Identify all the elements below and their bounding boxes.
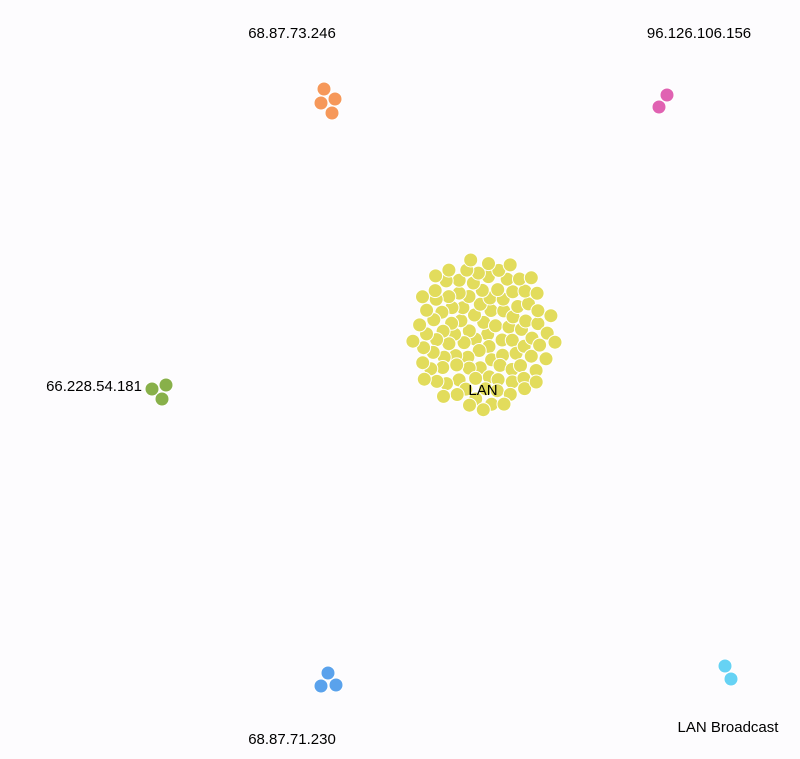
node-68-87-71-230-1[interactable] bbox=[320, 665, 336, 681]
node-lan-81[interactable] bbox=[419, 302, 435, 318]
node-68-87-71-230-3[interactable] bbox=[328, 677, 344, 693]
node-lan-94[interactable] bbox=[412, 317, 428, 333]
node-lan-108[interactable] bbox=[523, 270, 539, 286]
node-lan-110[interactable] bbox=[428, 268, 444, 284]
node-lan-111[interactable] bbox=[547, 334, 563, 350]
group-label-lan: LAN bbox=[468, 382, 497, 399]
node-68-87-73-246-4[interactable] bbox=[324, 105, 340, 121]
node-lan-107[interactable] bbox=[405, 333, 421, 349]
node-lan-91[interactable] bbox=[429, 373, 445, 389]
node-lan-106[interactable] bbox=[528, 374, 544, 390]
node-lan-36[interactable] bbox=[449, 357, 465, 373]
node-lan-103[interactable] bbox=[543, 308, 559, 324]
node-68-87-73-246-2[interactable] bbox=[327, 91, 343, 107]
node-lan-112[interactable] bbox=[416, 371, 432, 387]
node-lan-92[interactable] bbox=[481, 256, 496, 272]
node-lan-77[interactable] bbox=[532, 337, 548, 353]
node-lan-6[interactable] bbox=[488, 318, 503, 334]
node-lan-83[interactable] bbox=[449, 387, 465, 402]
nodes-layer bbox=[144, 81, 739, 694]
node-96-126-106-156-1[interactable] bbox=[659, 87, 675, 103]
node-lan-89[interactable] bbox=[427, 283, 443, 299]
node-lan-48[interactable] bbox=[518, 313, 534, 329]
node-lan-55[interactable] bbox=[441, 289, 457, 305]
node-66-228-54-181-2[interactable] bbox=[158, 377, 174, 393]
group-label-96-126-106-156: 96.126.106.156 bbox=[647, 25, 751, 42]
node-lan-105[interactable] bbox=[463, 252, 479, 268]
node-lan-broadcast-1[interactable] bbox=[717, 658, 733, 674]
node-lan-104[interactable] bbox=[436, 388, 451, 404]
node-lan-99[interactable] bbox=[415, 355, 431, 371]
node-lan-100[interactable] bbox=[502, 257, 518, 273]
node-66-228-54-181-3[interactable] bbox=[154, 391, 170, 407]
group-label-68-87-71-230: 68.87.71.230 bbox=[248, 731, 336, 748]
group-label-lan-broadcast: LAN Broadcast bbox=[678, 719, 780, 736]
node-96-126-106-156-2[interactable] bbox=[651, 99, 667, 115]
node-lan-98[interactable] bbox=[538, 351, 554, 367]
node-lan-82[interactable] bbox=[530, 303, 546, 319]
node-lan-97[interactable] bbox=[441, 262, 457, 278]
node-68-87-73-246-3[interactable] bbox=[313, 95, 329, 111]
node-68-87-71-230-2[interactable] bbox=[313, 678, 329, 694]
node-68-87-73-246-1[interactable] bbox=[316, 81, 332, 97]
network-graph[interactable]: 68.87.73.246 96.126.106.156 LAN 66.228.5… bbox=[0, 0, 800, 759]
node-lan-broadcast-2[interactable] bbox=[723, 671, 739, 687]
node-lan-101[interactable] bbox=[496, 396, 512, 412]
group-label-66-228-54-181: 66.228.54.181 bbox=[46, 378, 142, 395]
node-lan-102[interactable] bbox=[415, 289, 430, 305]
node-lan-96[interactable] bbox=[462, 397, 477, 413]
group-label-68-87-73-246: 68.87.73.246 bbox=[248, 25, 336, 42]
node-lan-109[interactable] bbox=[475, 402, 491, 418]
node-lan-95[interactable] bbox=[529, 285, 545, 301]
